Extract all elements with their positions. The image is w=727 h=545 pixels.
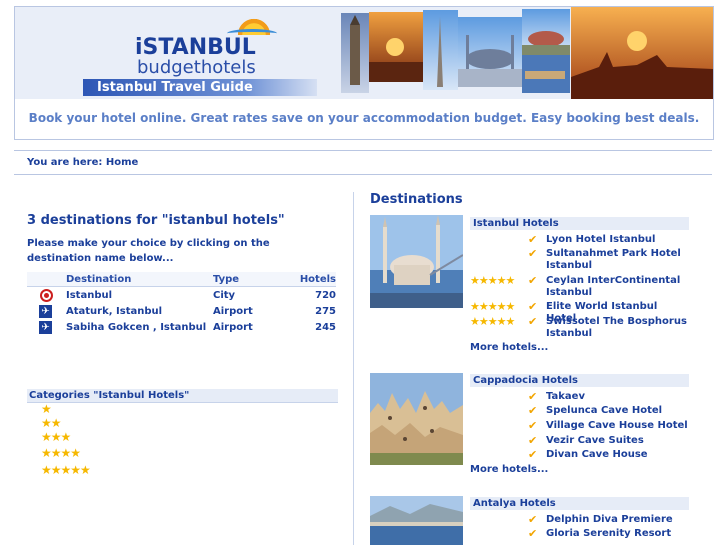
check-icon: ✔ xyxy=(528,448,538,461)
logo-subtitle: budgethotels xyxy=(137,57,256,78)
tagline-bar: Book your hotel online. Great rates save… xyxy=(14,99,714,140)
tagline: Book your hotel online. Great rates save… xyxy=(28,111,700,125)
hotel-item[interactable]: ✔ Sultanahmet Park Hotel Istanbul xyxy=(470,248,690,272)
table-row[interactable]: ✈ Sabiha Gokcen , Istanbul Airport 245 xyxy=(27,319,336,335)
row-icon-cell: ✈ xyxy=(27,319,66,335)
check-icon: ✔ xyxy=(528,419,538,432)
row-icon-cell: ✈ xyxy=(27,303,66,319)
hotel-item[interactable]: ✔ Spelunca Cave Hotel xyxy=(470,405,690,417)
table-row[interactable]: Istanbul City 720 xyxy=(27,287,336,304)
table-row[interactable]: ✈ Ataturk, Istanbul Airport 275 xyxy=(27,303,336,319)
type-cell: Airport xyxy=(213,321,253,333)
destination-card-title[interactable]: Antalya Hotels xyxy=(470,497,689,510)
hotel-stars: ★★★★★ xyxy=(470,315,515,328)
header-photos xyxy=(337,7,713,100)
check-icon: ✔ xyxy=(528,233,538,246)
divider xyxy=(14,174,712,175)
more-hotels-link[interactable]: More hotels... xyxy=(470,464,548,475)
divider xyxy=(14,150,712,151)
category-2-star[interactable]: ★★ xyxy=(41,416,61,430)
hotel-link[interactable]: Swissotel The Bosphorus Istanbul xyxy=(546,316,690,340)
more-hotels-link[interactable]: More hotels... xyxy=(470,342,548,353)
guide-banner: Istanbul Travel Guide xyxy=(83,79,317,96)
row-icon-cell xyxy=(27,287,66,304)
istanbul-photo[interactable] xyxy=(370,215,463,308)
check-icon: ✔ xyxy=(528,315,538,328)
category-1-star[interactable]: ★ xyxy=(41,402,52,416)
airport-icon: ✈ xyxy=(39,304,52,318)
hotel-item[interactable]: ✔ Village Cave House Hotel xyxy=(470,420,690,432)
hotel-link[interactable]: Village Cave House Hotel xyxy=(546,420,690,432)
column-header: Destination xyxy=(66,272,213,287)
hotel-item[interactable]: ★★★★★ ✔ Ceylan InterContinental Istanbul xyxy=(470,275,690,299)
category-4-star[interactable]: ★★★★ xyxy=(41,446,81,460)
hotel-item[interactable]: ✔ Lyon Hotel Istanbul xyxy=(470,234,690,246)
hotel-link[interactable]: Spelunca Cave Hotel xyxy=(546,405,690,417)
hotel-item[interactable]: ★★★★★ ✔ Elite World Istanbul Hotel xyxy=(470,300,690,325)
hotel-link[interactable]: Divan Cave House xyxy=(546,449,690,461)
hotel-link[interactable]: Gloria Serenity Resort xyxy=(546,528,690,540)
check-icon: ✔ xyxy=(528,513,538,526)
check-icon: ✔ xyxy=(528,404,538,417)
destination-link[interactable]: Istanbul xyxy=(66,287,213,304)
check-icon: ✔ xyxy=(528,300,538,313)
hotel-stars: ★★★★★ xyxy=(470,274,515,287)
type-cell: City xyxy=(213,289,236,301)
istanbul-image xyxy=(370,215,463,308)
hotels-count: 275 xyxy=(315,305,336,317)
breadcrumb[interactable]: You are here: Home xyxy=(27,157,138,168)
category-5-star[interactable]: ★★★★★ xyxy=(41,463,91,477)
destination-card-title[interactable]: Cappadocia Hotels xyxy=(470,374,689,387)
hotel-stars: ★★★★★ xyxy=(470,300,515,313)
hotel-item[interactable]: ✔ Delphin Diva Premiere xyxy=(470,514,690,526)
destinations-title: Destinations xyxy=(370,192,463,207)
check-icon: ✔ xyxy=(528,527,538,540)
hotel-link[interactable]: Lyon Hotel Istanbul xyxy=(546,234,690,246)
destination-link[interactable]: Ataturk, Istanbul xyxy=(66,303,213,319)
cappadocia-image xyxy=(370,373,463,465)
destination-link[interactable]: Sabiha Gokcen , Istanbul xyxy=(66,319,213,335)
column-header: Type xyxy=(213,272,291,287)
hotel-link[interactable]: Vezir Cave Suites xyxy=(546,435,690,447)
check-icon: ✔ xyxy=(528,434,538,447)
antalya-image xyxy=(370,496,463,545)
results-title: 3 destinations for "istanbul hotels" xyxy=(27,213,285,228)
check-icon: ✔ xyxy=(528,274,538,287)
category-3-star[interactable]: ★★★ xyxy=(41,430,71,444)
city-icon xyxy=(40,288,53,302)
hotel-item[interactable]: ✔ Divan Cave House xyxy=(470,449,690,461)
table-header-row: Destination Type Hotels xyxy=(27,272,336,287)
hotels-count: 720 xyxy=(315,289,336,301)
column-divider xyxy=(353,192,354,545)
hotel-item[interactable]: ✔ Gloria Serenity Resort xyxy=(470,528,690,540)
hotels-count: 245 xyxy=(315,321,336,333)
hotel-link[interactable]: Sultanahmet Park Hotel Istanbul xyxy=(546,248,690,272)
site-header: iSTANBUL budgethotels Istanbul Travel Gu… xyxy=(14,6,714,101)
categories-header: Categories "Istanbul Hotels" xyxy=(27,389,338,403)
cappadocia-photo[interactable] xyxy=(370,373,463,465)
airport-icon: ✈ xyxy=(39,320,52,334)
column-header: Hotels xyxy=(291,272,336,287)
hotel-item[interactable]: ★★★★★ ✔ Swissotel The Bosphorus Istanbul xyxy=(470,316,690,340)
header-photo-strip xyxy=(337,7,713,100)
icon-column-header xyxy=(27,272,66,287)
destinations-table: Destination Type Hotels Istanbul City 72… xyxy=(27,272,336,335)
check-icon: ✔ xyxy=(528,247,538,260)
instructions-text: Please make your choice by clicking on t… xyxy=(27,238,270,264)
antalya-photo[interactable] xyxy=(370,496,463,545)
hotel-link[interactable]: Ceylan InterContinental Istanbul xyxy=(546,275,690,299)
check-icon: ✔ xyxy=(528,390,538,403)
hotel-link[interactable]: Delphin Diva Premiere xyxy=(546,514,690,526)
hotel-item[interactable]: ✔ Takaev xyxy=(470,391,690,403)
type-cell: Airport xyxy=(213,305,253,317)
logo[interactable]: iSTANBUL budgethotels Istanbul Travel Gu… xyxy=(15,7,337,96)
destination-card-title[interactable]: Istanbul Hotels xyxy=(470,217,689,230)
hotel-link[interactable]: Takaev xyxy=(546,391,690,403)
hotel-item[interactable]: ✔ Vezir Cave Suites xyxy=(470,435,690,447)
